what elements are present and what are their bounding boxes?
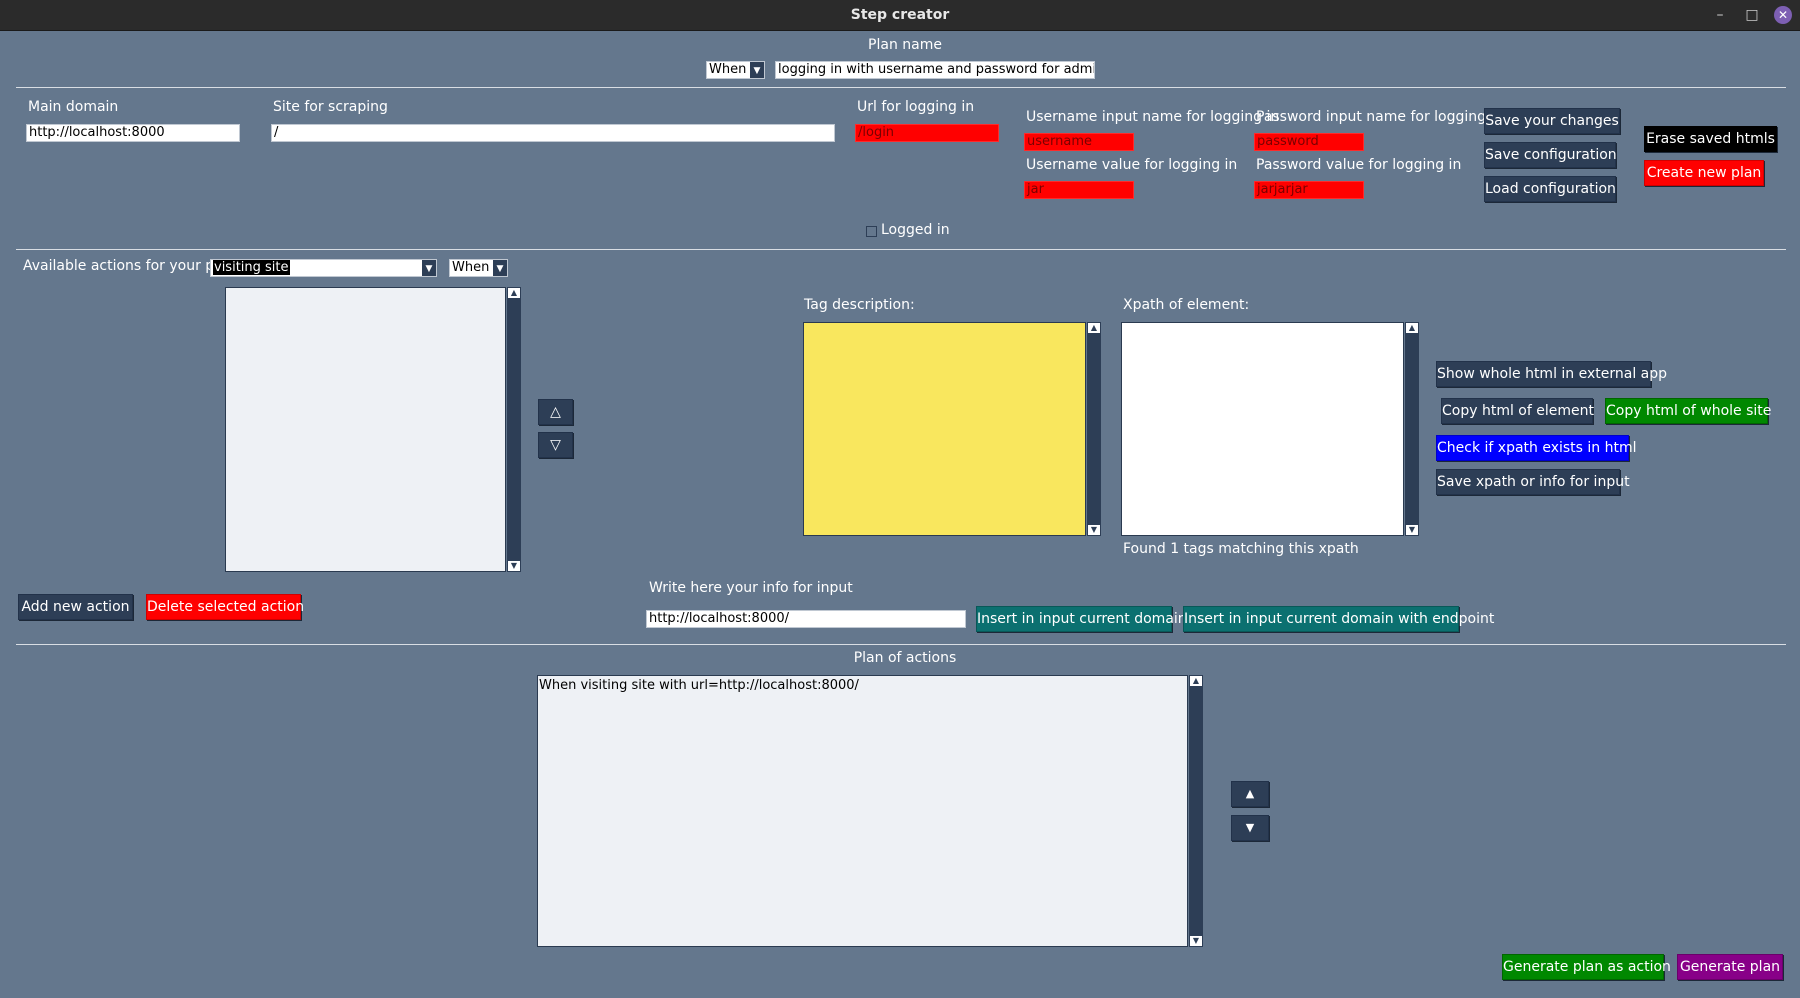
- save-changes-button[interactable]: Save your changes: [1484, 108, 1620, 134]
- generate-plan-as-action-button[interactable]: Generate plan as action: [1502, 954, 1671, 980]
- tag-description-label: Tag description:: [804, 297, 915, 313]
- window-title: Step creator: [850, 7, 950, 23]
- create-plan-button[interactable]: Create new plan: [1644, 160, 1764, 186]
- xpath-label: Xpath of element:: [1123, 297, 1250, 313]
- minimize-icon[interactable]: –: [1711, 6, 1729, 24]
- main-domain-label: Main domain: [28, 99, 119, 115]
- erase-htmls-button[interactable]: Erase saved htmls: [1644, 126, 1777, 152]
- close-icon[interactable]: ✕: [1774, 6, 1792, 24]
- scroll-up-icon[interactable]: ▲: [1190, 676, 1202, 686]
- login-url-input[interactable]: /login: [855, 124, 999, 142]
- scroll-down-icon[interactable]: ▼: [1406, 525, 1418, 535]
- scroll-down-icon[interactable]: ▼: [1088, 525, 1100, 535]
- password-input-label: Password input name for logging in: [1256, 109, 1504, 125]
- password-value-label: Password value for logging in: [1256, 157, 1462, 173]
- action-select[interactable]: visiting site ▼: [210, 259, 437, 277]
- plan-text-scrollbar[interactable]: ▲ ▼: [1189, 675, 1203, 947]
- site-input[interactable]: /: [271, 124, 835, 142]
- delete-action-button[interactable]: Delete selected action: [146, 594, 304, 620]
- plan-keyword-value: When: [709, 62, 747, 77]
- title-bar: Step creator – □ ✕: [0, 0, 1800, 31]
- logged-in-checkbox[interactable]: [866, 226, 877, 237]
- move-plan-down-button[interactable]: ▼: [1231, 815, 1269, 841]
- main-domain-input[interactable]: http://localhost:8000: [26, 124, 240, 142]
- maximize-icon[interactable]: □: [1743, 6, 1761, 24]
- action-keyword-value: When: [452, 260, 490, 275]
- scroll-down-icon[interactable]: ▼: [1190, 936, 1202, 946]
- separator: [16, 249, 1786, 250]
- logged-in-label: Logged in: [881, 222, 950, 238]
- available-actions-label: Available actions for your plan: [23, 258, 236, 274]
- action-keyword-select[interactable]: When ▼: [449, 259, 508, 277]
- scroll-down-icon[interactable]: ▼: [508, 561, 520, 571]
- username-value-field[interactable]: jar: [1024, 181, 1134, 199]
- plan-keyword-select[interactable]: When ▼: [706, 61, 765, 79]
- save-configuration-button[interactable]: Save configuration: [1484, 142, 1617, 168]
- actions-list[interactable]: [225, 287, 506, 572]
- plan-text-line: When visiting site with url=http://local…: [539, 678, 859, 693]
- check-xpath-button[interactable]: Check if xpath exists in html: [1436, 435, 1637, 461]
- plan-name-label: Plan name: [868, 37, 942, 53]
- generate-plan-button[interactable]: Generate plan: [1677, 954, 1783, 980]
- action-select-value: visiting site: [213, 260, 290, 275]
- tag-description-scrollbar[interactable]: ▲ ▼: [1087, 322, 1101, 536]
- chevron-down-icon[interactable]: ▼: [493, 260, 507, 276]
- save-xpath-button[interactable]: Save xpath or info for input: [1436, 469, 1630, 495]
- copy-element-html-button[interactable]: Copy html of element: [1441, 398, 1594, 424]
- load-configuration-button[interactable]: Load configuration: [1484, 176, 1616, 202]
- scroll-up-icon[interactable]: ▲: [508, 288, 520, 298]
- add-action-button[interactable]: Add new action: [18, 594, 133, 620]
- input-info-label: Write here your info for input: [649, 580, 853, 596]
- separator: [16, 644, 1786, 645]
- chevron-down-icon[interactable]: ▼: [422, 260, 436, 276]
- username-input-label: Username input name for logging in: [1026, 109, 1280, 125]
- site-label: Site for scraping: [273, 99, 388, 115]
- actions-list-scrollbar[interactable]: ▲ ▼: [507, 287, 521, 572]
- username-value-label: Username value for logging in: [1026, 157, 1238, 173]
- tag-description-text[interactable]: [803, 322, 1086, 536]
- plan-name-input[interactable]: logging in with username and password fo…: [775, 61, 1095, 79]
- show-html-button[interactable]: Show whole html in external app: [1436, 361, 1667, 387]
- input-info-field[interactable]: http://localhost:8000/: [646, 610, 966, 628]
- scroll-up-icon[interactable]: ▲: [1406, 323, 1418, 333]
- chevron-down-icon[interactable]: ▼: [750, 62, 764, 78]
- login-url-label: Url for logging in: [857, 99, 975, 115]
- username-input-name-field[interactable]: username: [1024, 133, 1134, 151]
- plan-text[interactable]: When visiting site with url=http://local…: [537, 675, 1188, 947]
- xpath-scrollbar[interactable]: ▲ ▼: [1405, 322, 1419, 536]
- password-input-name-field[interactable]: password: [1254, 133, 1364, 151]
- xpath-match-count: Found 1 tags matching this xpath: [1123, 541, 1359, 557]
- password-value-field[interactable]: jarjarjar: [1254, 181, 1364, 199]
- move-action-down-button[interactable]: ▽: [538, 432, 573, 458]
- insert-domain-endpoint-button[interactable]: Insert in input current domain with endp…: [1183, 606, 1494, 632]
- scroll-up-icon[interactable]: ▲: [1088, 323, 1100, 333]
- separator: [16, 87, 1786, 88]
- copy-site-html-button[interactable]: Copy html of whole site: [1605, 398, 1771, 424]
- xpath-text[interactable]: [1121, 322, 1404, 536]
- insert-domain-button[interactable]: Insert in input current domain: [976, 606, 1187, 632]
- move-plan-up-button[interactable]: ▲: [1231, 781, 1269, 807]
- move-action-up-button[interactable]: △: [538, 399, 573, 425]
- plan-of-actions-label: Plan of actions: [853, 650, 957, 666]
